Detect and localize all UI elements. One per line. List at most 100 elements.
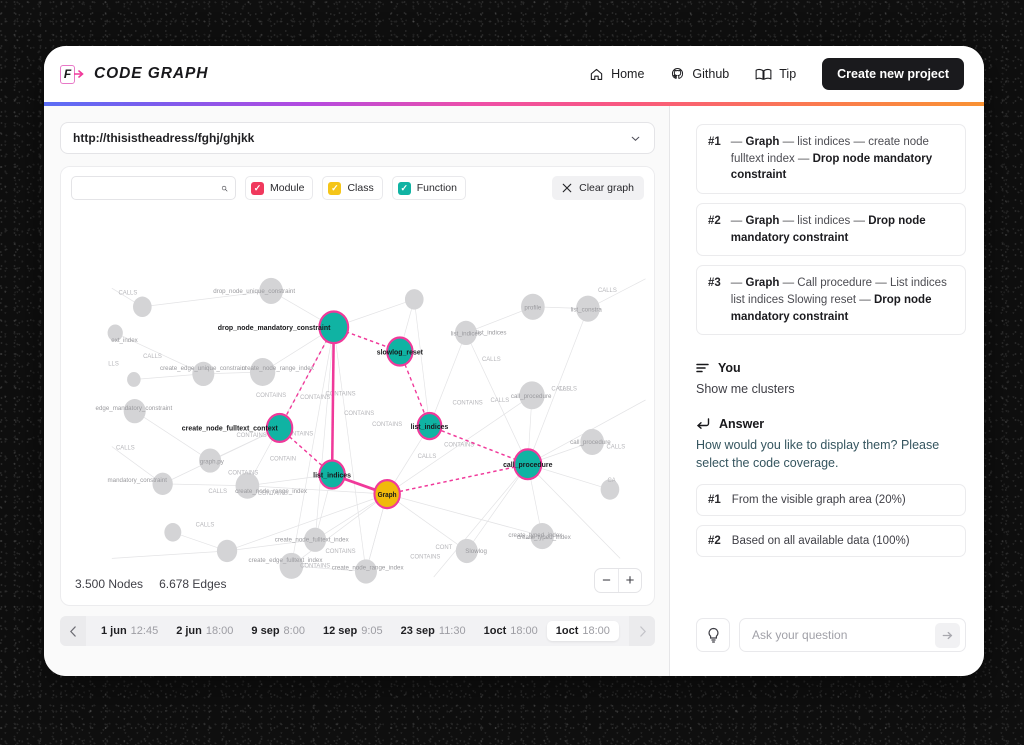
relationship-label: CONTAINS [325, 390, 355, 397]
relationship-label: CALLS [482, 356, 501, 363]
timeline-item[interactable]: 1 jun 12:45 [92, 621, 167, 641]
zoom-controls: − + [594, 568, 642, 593]
background-node-label: mandatory_constraint [108, 477, 168, 484]
suggestions-button[interactable] [696, 618, 730, 652]
timeline-time: 12:45 [131, 625, 159, 637]
ask-question-box[interactable] [739, 618, 966, 652]
background-node-label: list_constra [571, 306, 603, 313]
path-result-card[interactable]: #3— Graph — Call procedure — List indice… [696, 265, 966, 335]
relationship-label: CALLS [119, 289, 138, 296]
brand-logo[interactable]: F CODE GRAPH [60, 64, 208, 85]
repo-url-value: http://thisistheadress/fghj/ghjkk [73, 131, 254, 145]
nav-item-home[interactable]: Home [589, 67, 644, 82]
timeline-item[interactable]: 1oct18:00 [547, 621, 619, 641]
nav-item-tip[interactable]: Tip [755, 67, 796, 82]
timeline-date: 12 sep [323, 625, 357, 637]
timeline-item[interactable]: 23 sep11:30 [392, 621, 475, 641]
filter-chip-function[interactable]: ✓ Function [392, 176, 466, 200]
commit-timeline[interactable]: 1 jun 12:45 2 jun18:009 sep8:00 12 sep 9:05 2… [60, 616, 655, 646]
checkbox-module[interactable]: ✓ [251, 182, 264, 195]
timeline-next-button[interactable] [629, 616, 655, 646]
relationship-label: CALLS [116, 444, 135, 451]
checkbox-class[interactable]: ✓ [328, 182, 341, 195]
highlighted-node-label: list_indices [411, 422, 449, 431]
timeline-items: 1 jun 12:45 2 jun18:009 sep8:00 12 sep 9:05 2… [86, 621, 619, 641]
zoom-out-button[interactable]: − [595, 569, 618, 592]
user-message-header: You [696, 361, 966, 375]
result-index: #2 [708, 213, 721, 246]
relationship-label: CONTAINS [325, 548, 355, 555]
timeline-prev-button[interactable] [60, 616, 86, 646]
graph-canvas-card[interactable]: CALLSdrop_node_unique_constraintext_inde… [60, 166, 655, 606]
background-node-label: list_indices [476, 330, 507, 337]
timeline-time: 11:30 [439, 625, 466, 637]
ask-row [696, 618, 966, 652]
highlighted-node[interactable]: call_procedure [503, 449, 552, 479]
nav-label-home: Home [611, 67, 644, 81]
highlighted-node[interactable]: list_indices [411, 413, 449, 439]
github-icon [670, 67, 685, 82]
nav-label-github: Github [692, 67, 729, 81]
highlighted-node[interactable]: Graph [374, 480, 399, 508]
highlighted-node[interactable]: slowlog_reset [377, 338, 424, 366]
search-icon [221, 182, 228, 195]
background-node[interactable] [217, 540, 237, 562]
highlighted-edge [280, 327, 334, 428]
background-node-label: edge_mandatory_constraint [96, 405, 173, 412]
checkbox-function[interactable]: ✓ [398, 182, 411, 195]
chat-thread: You Show me clusters Answer How would yo… [696, 361, 966, 557]
highlighted-node[interactable]: list_indices [313, 461, 351, 489]
chevron-left-icon [69, 626, 78, 637]
edge-count: 6.678 Edges [159, 577, 226, 591]
create-new-project-button[interactable]: Create new project [822, 58, 964, 90]
background-node[interactable] [405, 289, 424, 310]
answer-option[interactable]: #1From the visible graph area (20%) [696, 484, 966, 516]
background-node[interactable] [164, 523, 181, 542]
timeline-item[interactable]: 12 sep 9:05 [314, 621, 392, 641]
timeline-item[interactable]: 2 jun18:00 [167, 621, 242, 641]
highlighted-node-label: drop_node_mandatory_constraint [218, 323, 331, 332]
filter-chip-module[interactable]: ✓ Module [245, 176, 313, 200]
result-index: #1 [708, 134, 721, 184]
relationship-label: CONTAINS [237, 432, 267, 439]
background-node[interactable] [133, 297, 152, 318]
home-icon [589, 67, 604, 82]
nav-label-tip: Tip [779, 67, 796, 81]
timeline-time: 18:00 [582, 625, 610, 637]
option-label: Based on all available data (100%) [732, 535, 910, 547]
zoom-in-button[interactable]: + [618, 569, 641, 592]
chevron-down-icon [629, 132, 642, 145]
answer-option[interactable]: #2Based on all available data (100%) [696, 525, 966, 557]
ask-question-input[interactable] [752, 628, 935, 642]
repo-url-select[interactable]: http://thisistheadress/fghj/ghjkk [60, 122, 655, 154]
background-node-label: create_typed_index [508, 532, 563, 539]
timeline-date: 1 jun [101, 625, 127, 637]
timeline-item[interactable]: 9 sep8:00 [242, 621, 314, 641]
timeline-time: 9:05 [361, 625, 382, 637]
background-node[interactable] [127, 372, 141, 387]
timeline-item[interactable]: 1oct18:00 [475, 621, 547, 641]
clear-graph-button[interactable]: Clear graph [552, 176, 644, 200]
filter-chip-class[interactable]: ✓ Class [322, 176, 382, 200]
send-question-button[interactable] [935, 623, 960, 648]
answer-header: Answer [696, 417, 966, 431]
graph-stats: 3.500 Nodes 6.678 Edges [75, 577, 226, 591]
highlighted-node[interactable]: drop_node_mandatory_constraint [218, 311, 348, 343]
relationship-label: CONTAINS [372, 421, 402, 428]
path-result-card[interactable]: #2— Graph — list indices — Drop node man… [696, 203, 966, 256]
lightbulb-icon [706, 627, 721, 644]
background-node-label: create_edge_unique_constraint [160, 365, 247, 372]
relationship-label: CALLS [196, 521, 215, 528]
graph-search-box[interactable] [71, 176, 236, 200]
relationship-label: CONTAIN [270, 455, 296, 462]
relationship-label: CALLS [208, 488, 227, 495]
user-message-text: Show me clusters [696, 380, 966, 398]
arrow-return-icon [696, 417, 711, 430]
search-input[interactable] [79, 182, 221, 194]
highlighted-node-label: slowlog_reset [377, 347, 424, 356]
background-node-label: ext_index [111, 337, 138, 344]
nav-item-github[interactable]: Github [670, 67, 729, 82]
relationship-label: CONTAINS [256, 392, 286, 399]
path-result-card[interactable]: #1— Graph — list indices — create node f… [696, 124, 966, 194]
graph-visualization[interactable]: CALLSdrop_node_unique_constraintext_inde… [61, 167, 654, 605]
